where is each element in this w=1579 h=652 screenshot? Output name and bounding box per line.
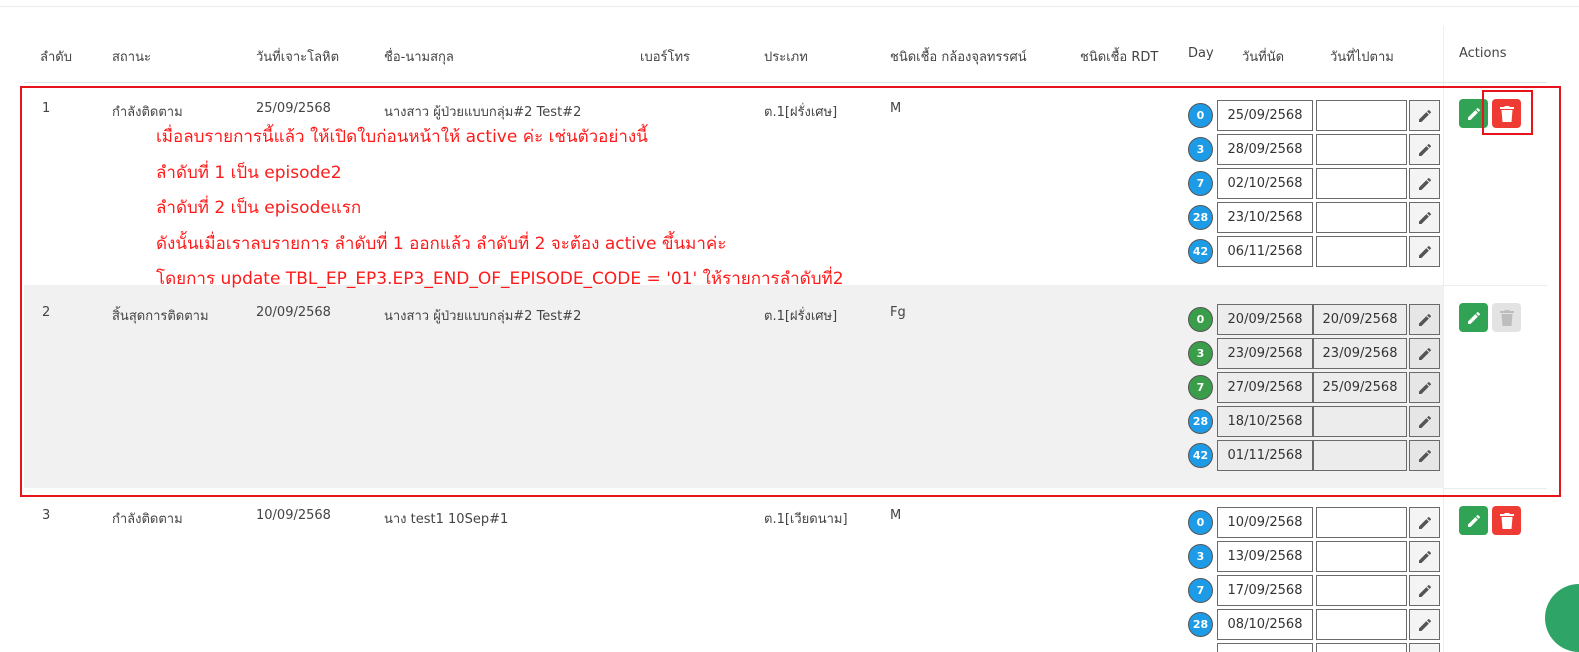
followed-date-partial (1316, 643, 1407, 652)
row-microscope: M (890, 508, 902, 523)
day-badge: 0 (1188, 510, 1213, 535)
edit-appointment-button[interactable] (1409, 507, 1440, 538)
pencil-icon (1418, 516, 1431, 529)
header-day: Day (1188, 46, 1214, 61)
header-blood-date: วันที่เจาะโลหิต (256, 50, 340, 65)
pencil-icon (1418, 618, 1431, 631)
edit-appointment-button-partial[interactable] (1409, 643, 1440, 652)
row-name: นาง test1 10Sep#1 (384, 512, 509, 527)
day-badge: 28 (1188, 612, 1213, 637)
edit-appointment-button[interactable] (1409, 609, 1440, 640)
pencil-icon (1418, 550, 1431, 563)
trash-icon (1499, 512, 1514, 529)
annotation-line: ลำดับที่ 1 เป็น episode2 (156, 163, 342, 183)
delete-row-button[interactable] (1492, 506, 1521, 535)
header-status: สถานะ (112, 50, 151, 65)
top-divider (0, 6, 1579, 7)
annotation-line: โดยการ update TBL_EP_EP3.EP3_END_OF_EPIS… (156, 269, 844, 289)
annotation-line: ดังนั้นเมื่อเราลบรายการ ลำดับที่ 1 ออกแล… (156, 234, 727, 254)
row-blood-date: 10/09/2568 (256, 508, 331, 523)
annotation-line: ลำดับที่ 2 เป็น episodeแรก (156, 198, 362, 218)
edit-appointment-button[interactable] (1409, 575, 1440, 606)
followed-date (1316, 541, 1407, 572)
header-appointment: วันที่นัด (1242, 50, 1285, 65)
header-microscope: ชนิดเชื้อ กล้องจุลทรรศน์ (890, 50, 1027, 65)
row-type: ต.1[เวียดนาม] (764, 512, 848, 527)
header-followed: วันที่ไปตาม (1330, 50, 1394, 65)
row-status: กำลังติดตาม (112, 512, 183, 527)
appointment-date: 08/10/2568 (1217, 609, 1313, 640)
edit-appointment-button[interactable] (1409, 541, 1440, 572)
followed-date (1316, 609, 1407, 640)
followed-date (1316, 507, 1407, 538)
header-divider (24, 82, 1444, 83)
row-order: 3 (42, 508, 51, 523)
day-badge: 7 (1188, 578, 1213, 603)
appointment-date: 13/09/2568 (1217, 541, 1313, 572)
pencil-icon (1467, 514, 1480, 527)
header-name: ชื่อ-นามสกุล (384, 50, 454, 65)
header-order: ลำดับ (40, 50, 72, 65)
edit-row-button[interactable] (1459, 506, 1488, 535)
appointment-date: 10/09/2568 (1217, 507, 1313, 538)
appointment-date: 17/09/2568 (1217, 575, 1313, 606)
annotation-highlight-delete (1482, 90, 1533, 135)
pencil-icon (1418, 584, 1431, 597)
followed-date (1316, 575, 1407, 606)
header-rdt: ชนิดเชื้อ RDT (1080, 50, 1159, 65)
header-type: ประเภท (764, 50, 808, 65)
actions-header-divider (1443, 82, 1547, 83)
day-badge: 3 (1188, 544, 1213, 569)
annotation-line: เมื่อลบรายการนี้แล้ว ให้เปิดใบก่อนหน้าให… (156, 127, 648, 147)
floating-action-button[interactable] (1545, 584, 1579, 652)
header-phone: เบอร์โทร (640, 50, 691, 65)
appointment-date-partial (1217, 643, 1313, 652)
